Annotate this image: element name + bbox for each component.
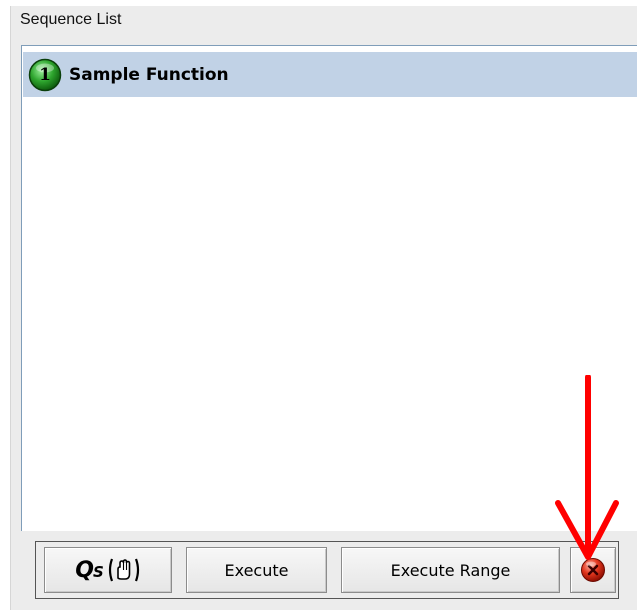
hand-icon (108, 558, 139, 582)
execute-range-button[interactable]: Execute Range (341, 547, 560, 593)
sequence-list[interactable]: 1 Sample Function (21, 45, 637, 532)
item-label: Sample Function (69, 64, 229, 85)
qs-logo: QS (75, 557, 103, 583)
list-item[interactable]: 1 Sample Function (23, 52, 637, 97)
annotation-arrow-icon (555, 375, 619, 560)
step-number: 1 (39, 64, 51, 85)
quick-step-button[interactable]: QS (44, 547, 172, 593)
step-badge-icon: 1 (28, 58, 62, 92)
execute-button[interactable]: Execute (186, 547, 327, 593)
page: Sequence List 1 Sample Function QS Execu… (0, 0, 637, 610)
panel-title: Sequence List (20, 11, 122, 28)
